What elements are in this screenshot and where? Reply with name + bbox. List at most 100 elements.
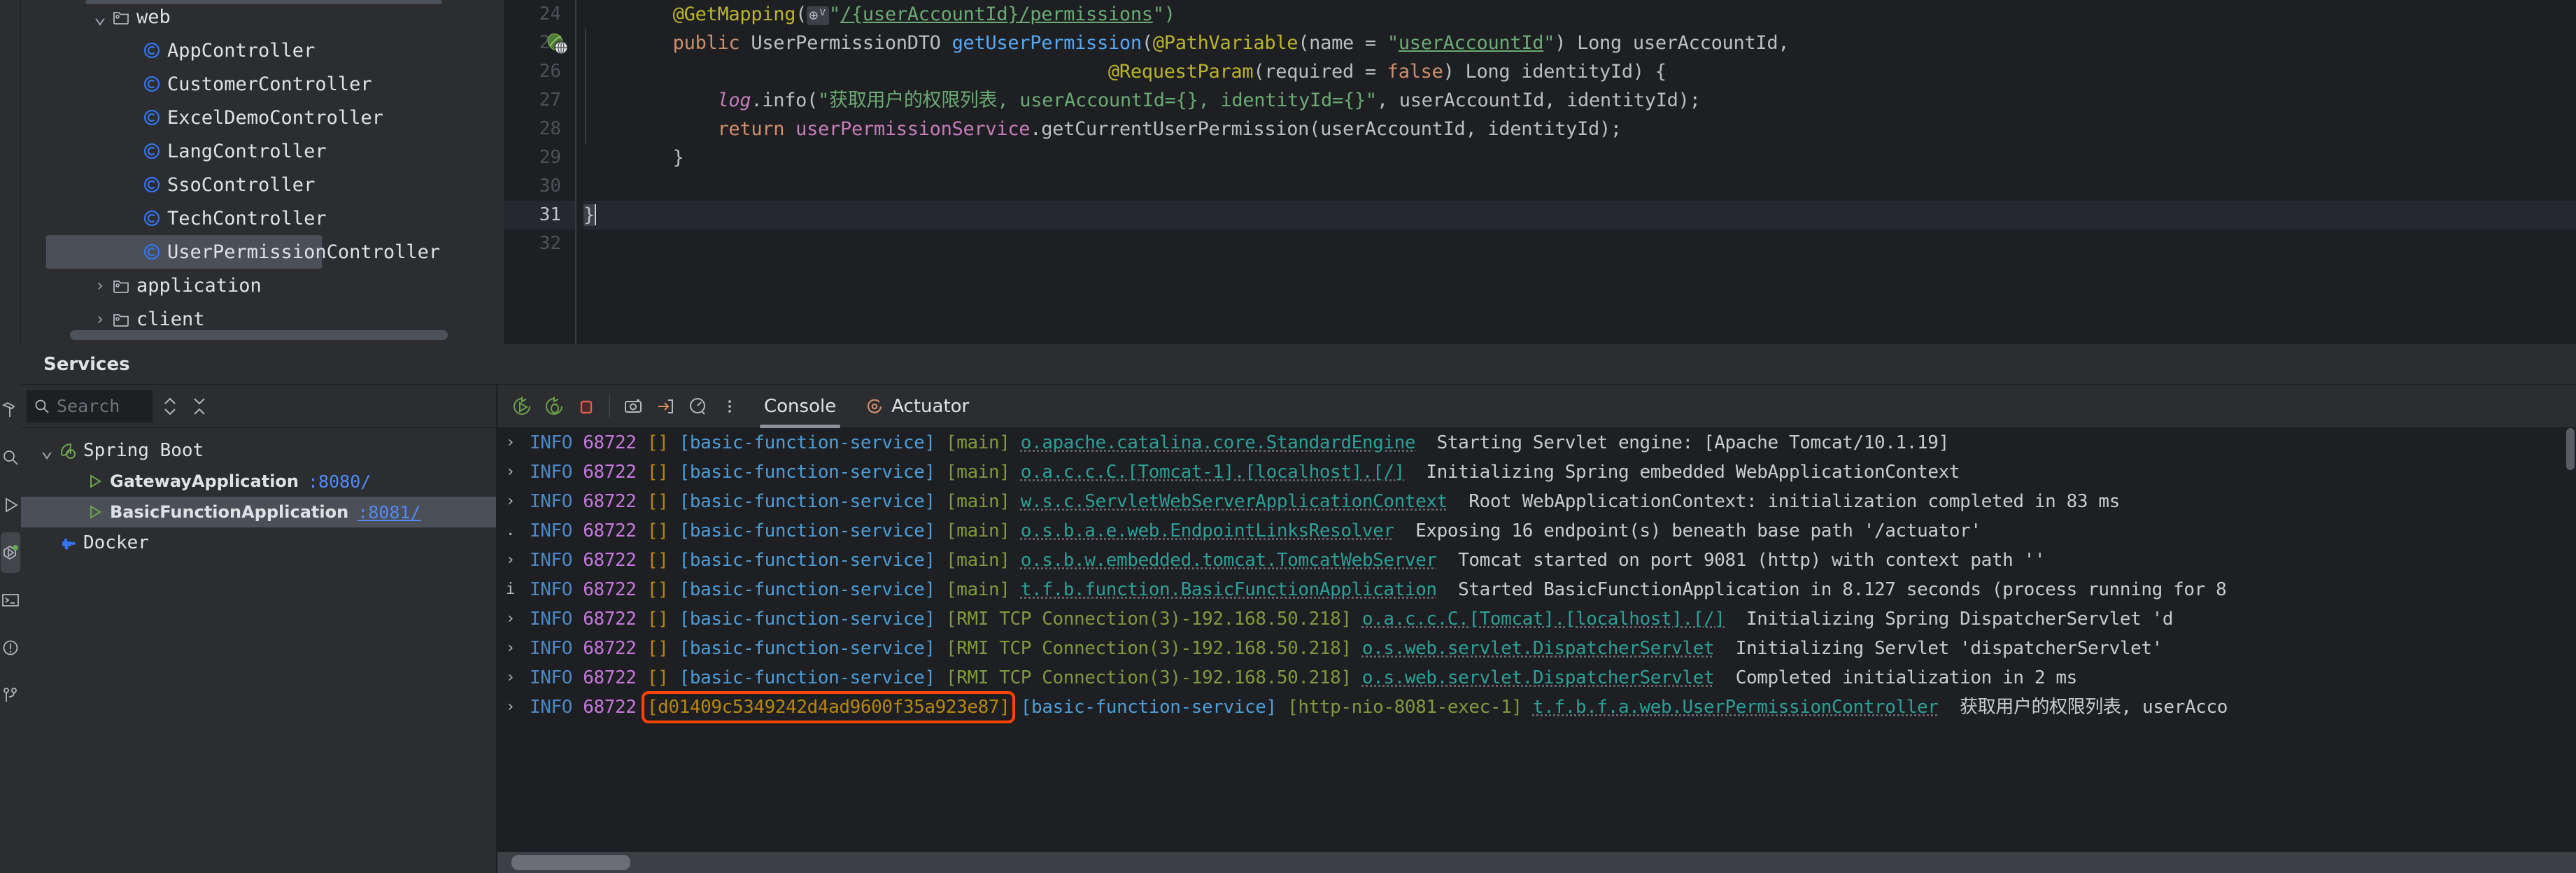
camera-icon[interactable] xyxy=(617,390,649,423)
log-fold-marker[interactable]: › xyxy=(506,457,515,487)
code-line[interactable]: @GetMapping(⊕ⱽ "/{userAccountId}/permissi… xyxy=(583,0,2576,29)
rerun-debug-icon[interactable] xyxy=(538,390,570,423)
chevron-down-icon[interactable]: ⌄ xyxy=(90,6,111,27)
service-tree-item[interactable]: ⌄ Spring Boot xyxy=(21,435,496,466)
rail-button-git-branch[interactable] xyxy=(0,672,21,719)
code-line[interactable]: @RequestParam(required = false) Long ide… xyxy=(583,57,2576,86)
project-tree-item[interactable]: › application xyxy=(21,269,504,302)
tab-console[interactable]: Console xyxy=(754,385,846,428)
log-fold-marker[interactable]: › xyxy=(506,634,515,663)
line-number[interactable]: 31 xyxy=(504,201,576,229)
service-tree-item[interactable]: Docker xyxy=(21,527,496,558)
code-line[interactable]: } xyxy=(583,143,2576,172)
project-tree-item[interactable]: TechController xyxy=(21,201,504,235)
line-number[interactable]: 24 xyxy=(504,0,576,29)
run-green-icon[interactable] xyxy=(84,502,105,523)
code-line[interactable]: log.info("获取用户的权限列表, userAccountId={}, i… xyxy=(583,86,2576,115)
chevron-down-icon[interactable]: ⌄ xyxy=(36,440,57,461)
service-tree-item[interactable]: GatewayApplication:8080/ xyxy=(21,466,496,497)
code-line[interactable] xyxy=(583,229,2576,258)
rerun-icon[interactable] xyxy=(506,390,538,423)
console-panel[interactable]: Console Actuator › INFO 68722 [] [basic-f… xyxy=(497,385,2576,873)
editor-gutter[interactable]: 242526272829303132 xyxy=(504,0,576,344)
rail-button-run[interactable] xyxy=(0,481,21,529)
collapse-all-icon[interactable] xyxy=(187,392,211,420)
console-log-line[interactable]: › INFO 68722 [] [basic-function-service] … xyxy=(497,546,2576,575)
spring-web-endpoint-icon[interactable] xyxy=(546,32,569,56)
project-tree-item[interactable]: CustomerController xyxy=(21,67,504,101)
services-tree[interactable]: ⌄ Spring Boot GatewayApplication:8080/ Ba… xyxy=(21,428,496,558)
console-hscrollbar-thumb[interactable] xyxy=(511,855,630,870)
console-vscrollbar-thumb[interactable] xyxy=(2566,428,2575,470)
console-log-line[interactable]: › INFO 68722 [] [basic-function-service] … xyxy=(497,487,2576,516)
log-fold-marker[interactable]: i xyxy=(506,575,515,604)
chevron-right-icon[interactable]: › xyxy=(90,276,111,295)
console-log-line[interactable]: › INFO 68722 [] [basic-function-service] … xyxy=(497,663,2576,693)
project-tree-item[interactable]: UserPermissionController xyxy=(46,235,440,269)
line-number[interactable]: 28 xyxy=(504,115,576,143)
project-tree-item[interactable]: ExcelDemoController xyxy=(21,101,504,134)
services-toolbar[interactable]: Search xyxy=(21,385,496,428)
console-toolbar[interactable]: Console Actuator xyxy=(497,385,2576,428)
line-number[interactable]: 29 xyxy=(504,143,576,172)
console-log-line[interactable]: › INFO 68722 [d01409c5349242d4ad9600f35a9… xyxy=(497,691,2576,723)
console-log-line[interactable]: › INFO 68722 [] [basic-function-service] … xyxy=(497,457,2576,487)
service-tree-item[interactable]: BasicFunctionApplication:8081/ xyxy=(21,497,496,527)
search-input[interactable]: Search xyxy=(27,390,153,423)
log-fold-marker[interactable]: › xyxy=(506,693,515,722)
more-vertical-icon[interactable] xyxy=(714,390,746,423)
code-line[interactable]: public UserPermissionDTO getUserPermissi… xyxy=(583,29,2576,57)
log-space xyxy=(572,579,583,600)
console-vscrollbar[interactable] xyxy=(2565,428,2576,873)
project-tree-panel[interactable]: ⌄ web AppController CustomerController Ex… xyxy=(21,0,504,344)
rail-button-terminal[interactable] xyxy=(0,576,21,624)
expand-collapse-icon[interactable] xyxy=(158,392,182,420)
log-fold-marker[interactable]: . xyxy=(506,516,515,546)
project-tree-item[interactable]: AppController xyxy=(21,34,504,67)
run-green-icon[interactable] xyxy=(84,471,105,492)
project-tree-scroll-top[interactable] xyxy=(85,0,442,4)
code-content[interactable]: @GetMapping(⊕ⱽ "/{userAccountId}/permissi… xyxy=(576,0,2576,344)
code-line[interactable] xyxy=(583,172,2576,201)
log-fold-marker[interactable]: › xyxy=(506,663,515,693)
export-icon[interactable] xyxy=(649,390,681,423)
rail-button-search[interactable] xyxy=(0,434,21,481)
console-log-line[interactable]: i INFO 68722 [] [basic-function-service] … xyxy=(497,575,2576,604)
project-tree-item[interactable]: ⌄ web xyxy=(21,0,504,34)
rail-button-services[interactable] xyxy=(0,529,21,576)
rail-button-problems[interactable] xyxy=(0,624,21,672)
chevron-right-icon[interactable]: › xyxy=(90,309,111,329)
console-hscrollbar[interactable] xyxy=(497,852,2576,873)
code-editor[interactable]: 242526272829303132 @GetMapping(⊕ⱽ"/{user… xyxy=(504,0,2576,344)
service-port-link[interactable]: :8080/ xyxy=(308,471,371,492)
line-number[interactable]: 32 xyxy=(504,229,576,258)
code-line[interactable]: } xyxy=(583,201,2576,229)
line-number[interactable]: 27 xyxy=(504,86,576,115)
console-log-line[interactable]: › INFO 68722 [] [basic-function-service] … xyxy=(497,634,2576,663)
log-fold-marker[interactable]: › xyxy=(506,546,515,575)
services-tree-panel[interactable]: Search ⌄ Spring Boot GatewayApplication:8… xyxy=(21,385,497,873)
gauge-icon[interactable] xyxy=(681,390,714,423)
log-fold-marker[interactable]: › xyxy=(506,428,515,457)
console-log-line[interactable]: › INFO 68722 [] [basic-function-service] … xyxy=(497,604,2576,634)
code-token: ( xyxy=(1141,32,1153,54)
console-log-line[interactable]: › INFO 68722 [] [basic-function-service] … xyxy=(497,428,2576,457)
log-fold-marker[interactable]: › xyxy=(506,487,515,516)
log-fold-marker[interactable]: › xyxy=(506,604,515,634)
project-tree-item[interactable]: LangController xyxy=(21,134,504,168)
web-endpoint-inline-hint[interactable]: ⊕ⱽ xyxy=(807,6,830,25)
console-output[interactable]: › INFO 68722 [] [basic-function-service] … xyxy=(497,428,2576,873)
code-line[interactable]: return userPermissionService.getCurrentU… xyxy=(583,115,2576,143)
rail-button-build[interactable] xyxy=(0,386,21,434)
line-number[interactable]: 26 xyxy=(504,57,576,86)
log-message: Root WebApplicationContext: initializati… xyxy=(1469,491,2120,512)
project-tree-item[interactable]: SsoController xyxy=(21,168,504,201)
line-number[interactable]: 30 xyxy=(504,172,576,201)
project-tree-hscrollbar[interactable] xyxy=(70,330,448,340)
tab-actuator[interactable]: Actuator xyxy=(854,385,979,428)
stop-icon[interactable] xyxy=(570,390,602,423)
left-tool-rail[interactable] xyxy=(0,344,21,873)
console-log-line[interactable]: . INFO 68722 [] [basic-function-service] … xyxy=(497,516,2576,546)
service-port-link[interactable]: :8081/ xyxy=(358,502,420,523)
